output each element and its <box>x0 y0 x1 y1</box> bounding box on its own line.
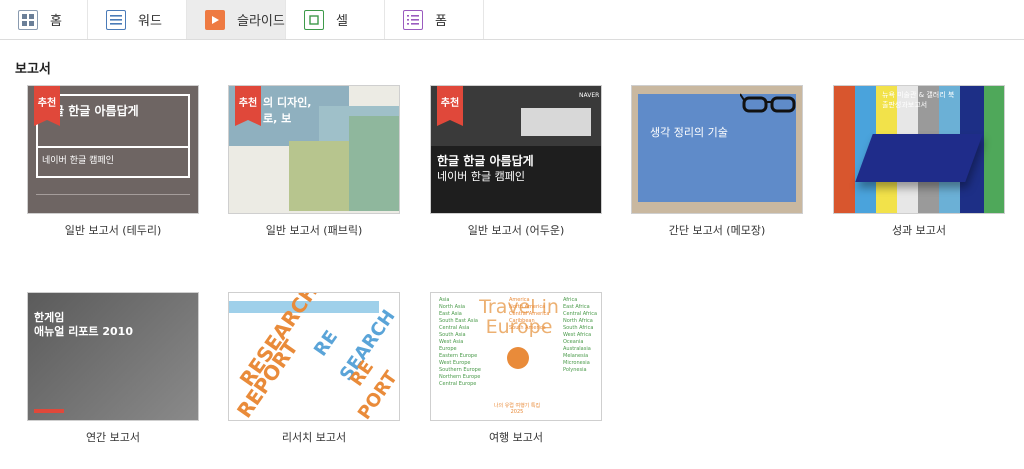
template-thumbnail[interactable]: 뉴욕 미술관 & 갤러리 북 출판성과보고서 <box>833 85 1005 214</box>
stripe <box>984 86 1004 213</box>
thumb-logo: NAVER <box>579 92 600 99</box>
template-caption: 일반 보고서 (테두리) <box>64 224 162 237</box>
region-list-left: Asia North Asia East Asia South East Asi… <box>439 297 481 387</box>
template-thumbnail[interactable]: Travel in Europe Asia North Asia East As… <box>430 292 602 421</box>
template-thumbnail[interactable]: NAVER 추천 한글 한글 아름답게 네이버 한글 캠페인 <box>430 85 602 214</box>
research-word: RE <box>309 326 343 361</box>
template-caption: 간단 보고서 (메모장) <box>668 224 766 237</box>
tab-word[interactable]: 워드 <box>88 0 187 39</box>
region-list-middle: America North America Central America Ca… <box>509 297 550 331</box>
tab-form[interactable]: 폼 <box>385 0 484 39</box>
template-thumbnail[interactable]: 추천 의 디자인, 로, 보 <box>228 85 400 214</box>
tab-label: 셀 <box>336 14 348 29</box>
thumb-title: 뉴욕 미술관 & 갤러리 북 출판성과보고서 <box>882 91 955 109</box>
section-title: 보고서 <box>15 62 51 77</box>
tab-home[interactable]: 홈 <box>0 0 88 39</box>
document-icon <box>106 9 126 30</box>
ribbon-tabbar: 홈 워드 슬라이드 셀 폼 <box>0 0 1024 40</box>
thumb-subtitle: 네이버 한글 캠페인 <box>437 170 525 183</box>
template-caption: 일반 보고서 (패브릭) <box>265 224 363 237</box>
template-caption: 리서치 보고서 <box>281 431 347 444</box>
photo-paper <box>521 108 591 136</box>
template-card-annual[interactable]: 한게임 애뉴얼 리포트 2010 연간 보고서 <box>27 292 199 444</box>
fabric-block <box>349 116 399 211</box>
template-card-travel[interactable]: Travel in Europe Asia North Asia East As… <box>430 292 602 444</box>
template-card-general-dark[interactable]: NAVER 추천 한글 한글 아름답게 네이버 한글 캠페인 일반 보고서 (어… <box>430 85 602 237</box>
thumb-line <box>36 194 190 195</box>
template-card-performance[interactable]: 뉴욕 미술관 & 갤러리 북 출판성과보고서 성과 보고서 <box>833 85 1005 237</box>
thumb-subtitle: 네이버 한글 캠페인 <box>42 156 114 166</box>
play-icon <box>205 9 225 30</box>
tab-slide[interactable]: 슬라이드 <box>187 0 286 39</box>
thumb-title: 생각 정리의 기술 <box>650 126 728 139</box>
thumb-footer: 나의 유럽 여행기 특집 2025 <box>493 403 541 415</box>
template-thumbnail[interactable]: 한게임 애뉴얼 리포트 2010 <box>27 292 199 421</box>
logo-mark <box>34 409 64 413</box>
fabric-block <box>289 141 349 211</box>
recommend-badge: 추천 <box>34 86 60 126</box>
book-image <box>855 134 983 182</box>
template-thumbnail[interactable]: 추천 한글 한글 아름답게 네이버 한글 캠페인 <box>27 85 199 214</box>
template-card-simple-memo[interactable]: 생각 정리의 기술 간단 보고서 (메모장) <box>631 85 803 237</box>
glasses-icon <box>739 92 800 114</box>
tab-label: 홈 <box>50 14 62 29</box>
template-caption: 여행 보고서 <box>488 431 544 444</box>
tab-cell[interactable]: 셀 <box>286 0 385 39</box>
thumb-title: 의 디자인, <box>263 96 312 109</box>
list-icon <box>403 9 423 30</box>
grid-icon <box>18 9 38 30</box>
recommend-badge: 추천 <box>235 86 261 126</box>
thumb-subtitle: 로, 보 <box>263 112 292 125</box>
tab-label: 워드 <box>138 14 162 29</box>
tab-label: 슬라이드 <box>237 14 285 29</box>
globe-icon <box>507 347 529 369</box>
square-icon <box>304 9 324 30</box>
template-caption: 성과 보고서 <box>891 224 947 237</box>
thumb-subtitle: 애뉴얼 리포트 2010 <box>34 325 133 338</box>
template-card-research[interactable]: RESEARCH REPORT RE SEARCH RE PORT 리서치 보고… <box>228 292 400 444</box>
template-thumbnail[interactable]: RESEARCH REPORT RE SEARCH RE PORT <box>228 292 400 421</box>
region-list-right: Africa East Africa Central Africa North … <box>563 297 598 373</box>
template-thumbnail[interactable]: 생각 정리의 기술 <box>631 85 803 214</box>
recommend-badge: 추천 <box>437 86 463 126</box>
template-caption: 일반 보고서 (어두운) <box>467 224 565 237</box>
template-card-general-fabric[interactable]: 추천 의 디자인, 로, 보 일반 보고서 (패브릭) <box>228 85 400 237</box>
template-card-general-border[interactable]: 추천 한글 한글 아름답게 네이버 한글 캠페인 일반 보고서 (테두리) <box>27 85 199 237</box>
thumb-title: 한글 한글 아름답게 <box>437 154 534 168</box>
stripe <box>834 86 855 213</box>
tab-label: 폼 <box>435 14 447 29</box>
template-caption: 연간 보고서 <box>85 431 141 444</box>
thumb-divider <box>36 146 190 148</box>
